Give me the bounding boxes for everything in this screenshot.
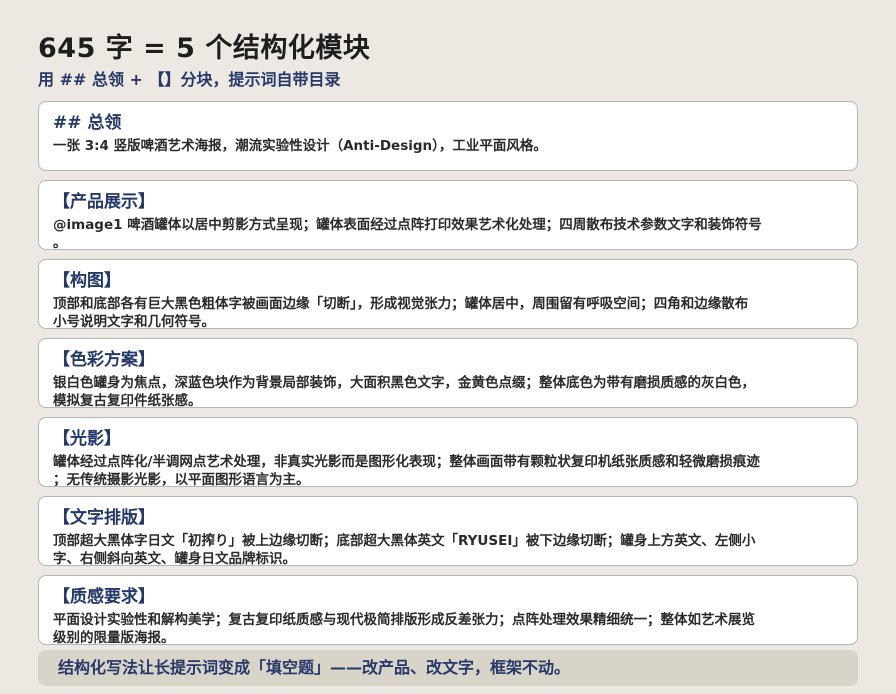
card-body: 一张 3:4 竖版啤酒艺术海报，潮流实验性设计（Anti-Design），工业平…: [53, 137, 843, 155]
card-body: 顶部和底部各有巨大黑色粗体字被画面边缘「切断」，形成视觉张力；罐体居中，周围留有…: [53, 295, 843, 329]
card-body: @image1 啤酒罐体以居中剪影方式呈现；罐体表面经过点阵打印效果艺术化处理；…: [53, 216, 843, 250]
card-heading: 【产品展示】: [53, 192, 155, 212]
card-body: 银白色罐身为焦点，深蓝色块作为背景局部装饰，大面积黑色文字，金黄色点缀；整体底色…: [53, 374, 843, 408]
card-overview: ## 总领 一张 3:4 竖版啤酒艺术海报，潮流实验性设计（Anti-Desig…: [38, 101, 858, 171]
footer-callout: 结构化写法让长提示词变成「填空题」——改产品、改文字，框架不动。: [38, 650, 858, 686]
card-body-line: 银白色罐身为焦点，深蓝色块作为背景局部装饰，大面积黑色文字，金黄色点缀；整体底色…: [53, 375, 755, 391]
card-color-scheme: 【色彩方案】 银白色罐身为焦点，深蓝色块作为背景局部装饰，大面积黑色文字，金黄色…: [38, 338, 858, 408]
card-lighting: 【光影】 罐体经过点阵化/半调网点艺术处理，非真实光影而是图形化表现；整体画面带…: [38, 417, 858, 487]
card-heading: 【质感要求】: [53, 587, 155, 607]
card-body: 顶部超大黑体字日文「初搾り」被上边缘切断；底部超大黑体英文「RYUSEI」被下边…: [53, 532, 843, 566]
card-body-line: 级别的限量版海报。: [53, 630, 175, 645]
card-heading: 【色彩方案】: [53, 350, 155, 370]
card-typography: 【文字排版】 顶部超大黑体字日文「初搾り」被上边缘切断；底部超大黑体英文「RYU…: [38, 496, 858, 566]
card-body-line: @image1 啤酒罐体以居中剪影方式呈现；罐体表面经过点阵打印效果艺术化处理；…: [53, 217, 762, 233]
card-body-line: 平面设计实验性和解构美学；复古复印纸质感与现代极简排版形成反差张力；点阵处理效果…: [53, 612, 755, 628]
card-body-line: ；无传统摄影光影，以平面图形语言为主。: [53, 472, 310, 487]
card-body: 平面设计实验性和解构美学；复古复印纸质感与现代极简排版形成反差张力；点阵处理效果…: [53, 611, 843, 645]
page-subtitle: 用 ## 总领 + 【】分块，提示词自带目录: [38, 70, 341, 89]
card-heading: 【文字排版】: [53, 508, 155, 528]
card-body-line: 顶部和底部各有巨大黑色粗体字被画面边缘「切断」，形成视觉张力；罐体居中，周围留有…: [53, 296, 749, 312]
card-product-display: 【产品展示】 @image1 啤酒罐体以居中剪影方式呈现；罐体表面经过点阵打印效…: [38, 180, 858, 250]
card-body-line: 罐体经过点阵化/半调网点艺术处理，非真实光影而是图形化表现；整体画面带有颗粒状复…: [53, 454, 760, 470]
card-body-line: 小号说明文字和几何符号。: [53, 314, 215, 329]
card-body-line: 。: [53, 235, 67, 250]
card-body: 罐体经过点阵化/半调网点艺术处理，非真实光影而是图形化表现；整体画面带有颗粒状复…: [53, 453, 843, 487]
card-body-line: 模拟复古复印件纸张感。: [53, 393, 202, 408]
card-body-line: 一张 3:4 竖版啤酒艺术海报，潮流实验性设计（Anti-Design），工业平…: [53, 138, 547, 154]
card-composition: 【构图】 顶部和底部各有巨大黑色粗体字被画面边缘「切断」，形成视觉张力；罐体居中…: [38, 259, 858, 329]
card-body-line: 顶部超大黑体字日文「初搾り」被上边缘切断；底部超大黑体英文「RYUSEI」被下边…: [53, 533, 756, 549]
card-heading: 【构图】: [53, 271, 121, 291]
card-heading: ## 总领: [53, 113, 122, 133]
page-title: 645 字 = 5 个结构化模块: [38, 33, 371, 64]
card-texture-requirements: 【质感要求】 平面设计实验性和解构美学；复古复印纸质感与现代极简排版形成反差张力…: [38, 575, 858, 645]
card-body-line: 字、右侧斜向英文、罐身日文品牌标识。: [53, 551, 296, 566]
card-heading: 【光影】: [53, 429, 121, 449]
footer-text: 结构化写法让长提示词变成「填空题」——改产品、改文字，框架不动。: [58, 658, 571, 677]
